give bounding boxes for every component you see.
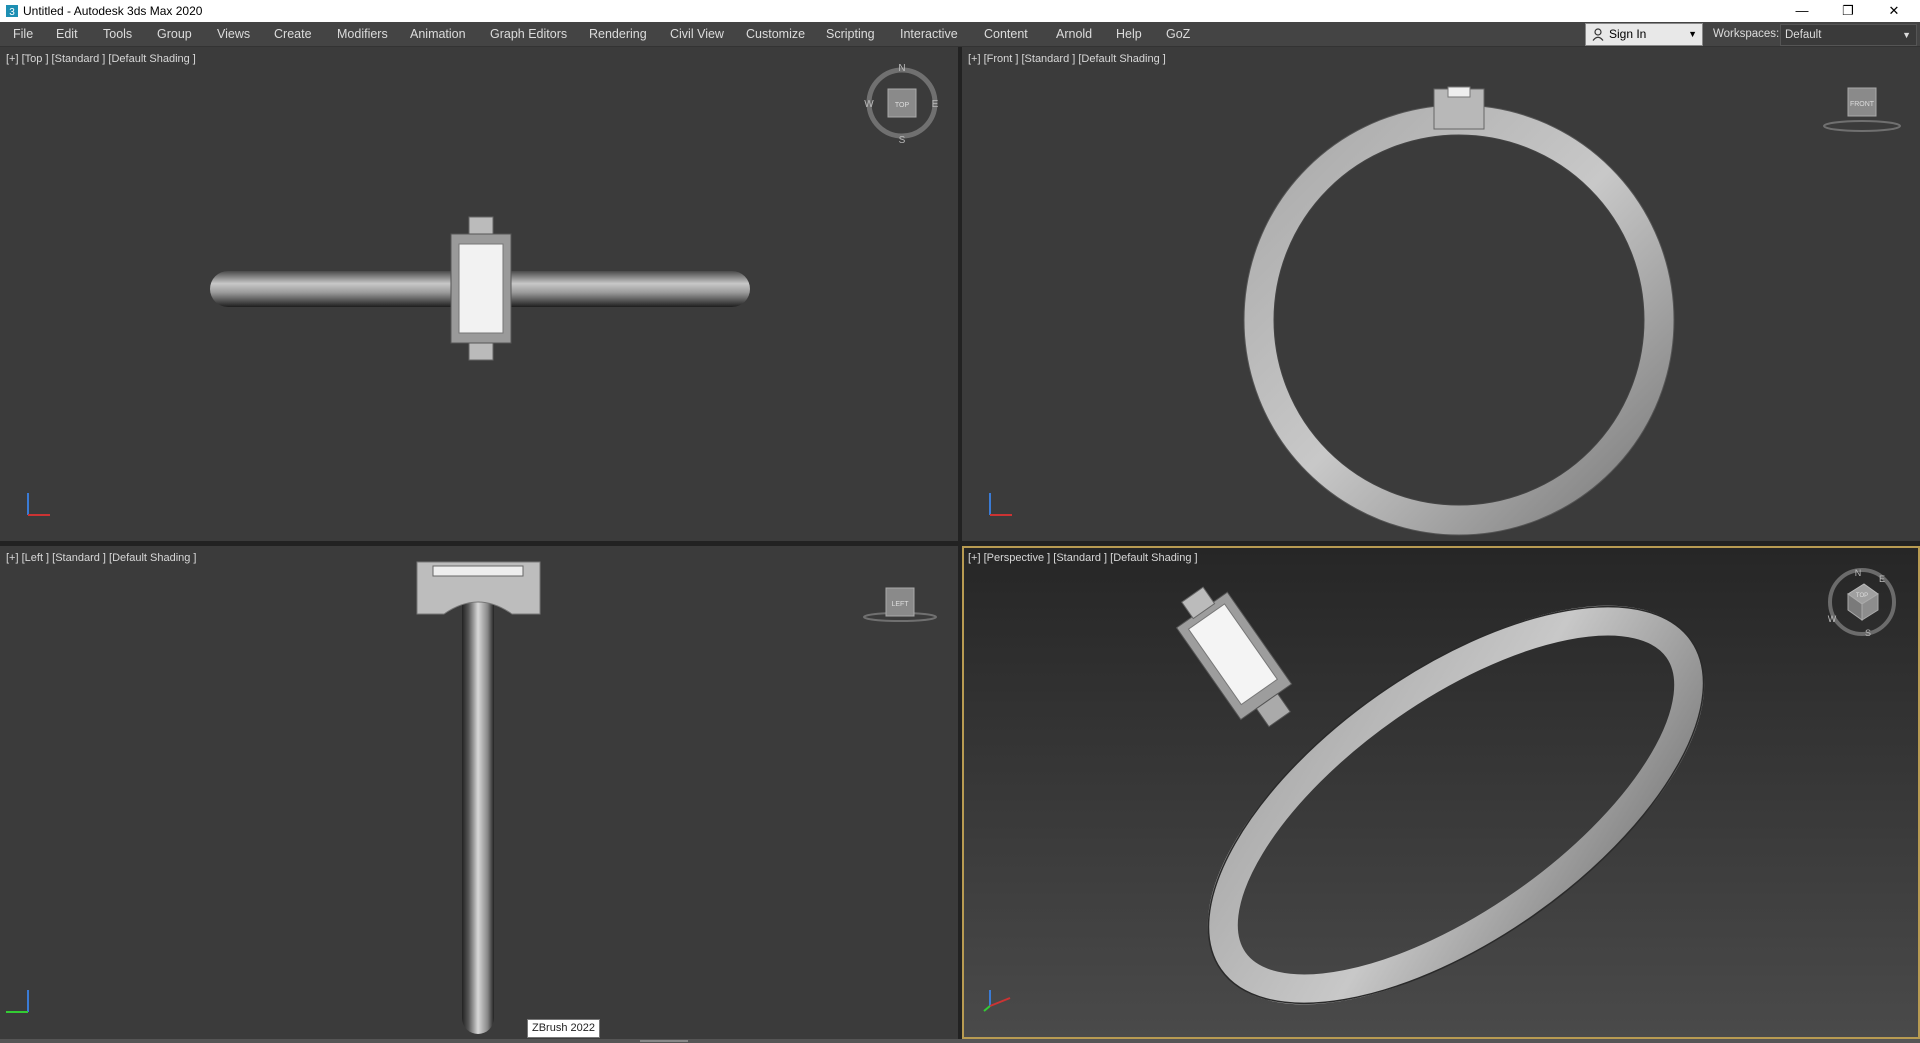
scroll-grip[interactable]	[640, 1040, 688, 1042]
viewcube-perspective: TOP N E S W	[1828, 568, 1896, 638]
axis-tripod-front	[989, 493, 1012, 516]
viewport-front[interactable]: FRONT [+] [Front ] [Standard ] [Default …	[962, 47, 1920, 541]
viewcube-face-label: LEFT	[891, 601, 909, 608]
viewcube-face-label: TOP	[1856, 593, 1868, 599]
menu-create[interactable]: Create	[274, 22, 312, 46]
compass-w: W	[1828, 614, 1837, 624]
viewport-splitter-horizontal[interactable]	[0, 541, 1920, 546]
perspective-view-scene: TOP N E S W	[983, 568, 1896, 1012]
menu-edit[interactable]: Edit	[56, 22, 78, 46]
menu-scripting[interactable]: Scripting	[826, 22, 875, 46]
user-icon	[1592, 28, 1604, 41]
viewcube-face-label: FRONT	[1850, 101, 1875, 108]
menu-interactive[interactable]: Interactive	[900, 22, 958, 46]
sign-in-label: Sign In	[1609, 27, 1647, 41]
workspaces-select[interactable]: Default ▼	[1780, 24, 1917, 46]
menu-customize[interactable]: Customize	[746, 22, 805, 46]
compass-n: N	[898, 63, 905, 74]
chevron-down-icon: ▼	[1902, 30, 1911, 40]
viewport-label-front[interactable]: [+] [Front ] [Standard ] [Default Shadin…	[968, 53, 1166, 65]
viewport-label-perspective[interactable]: [+] [Perspective ] [Standard ] [Default …	[968, 552, 1198, 564]
viewport-label-left[interactable]: [+] [Left ] [Standard ] [Default Shading…	[6, 552, 196, 564]
title-bar: 3 Untitled - Autodesk 3ds Max 2020 — ❐ ✕	[0, 0, 1920, 22]
axis-tripod-perspective	[983, 990, 1011, 1012]
compass-e: E	[1879, 574, 1885, 584]
restore-button[interactable]: ❐	[1826, 0, 1870, 22]
left-view-scene: LEFT	[6, 561, 937, 1034]
menu-arnold[interactable]: Arnold	[1056, 22, 1092, 46]
menu-modifiers[interactable]: Modifiers	[337, 22, 388, 46]
close-button[interactable]: ✕	[1872, 0, 1916, 22]
compass-s: S	[899, 135, 906, 146]
viewcube-face-label: TOP	[895, 102, 910, 109]
menu-content[interactable]: Content	[984, 22, 1028, 46]
menu-animation[interactable]: Animation	[410, 22, 466, 46]
3dsmax-app-icon: 3	[6, 5, 18, 18]
gem-table	[458, 243, 504, 334]
menu-views[interactable]: Views	[217, 22, 250, 46]
menu-tools[interactable]: Tools	[103, 22, 132, 46]
viewport-top[interactable]: TOP N E S W [+] [Top ] [Standard ] [Defa…	[0, 47, 958, 541]
workspaces-value: Default	[1785, 29, 1822, 41]
svg-text:3: 3	[9, 7, 15, 18]
viewcube-left: LEFT	[863, 587, 937, 622]
chevron-down-icon: ▼	[1688, 29, 1697, 39]
menu-civil-view[interactable]: Civil View	[670, 22, 724, 46]
axis-tripod-top	[27, 493, 50, 516]
menu-help[interactable]: Help	[1116, 22, 1142, 46]
menu-rendering[interactable]: Rendering	[589, 22, 647, 46]
bottom-edge	[0, 1039, 1920, 1043]
viewport-left[interactable]: LEFT [+] [Left ] [Standard ] [Default Sh…	[0, 546, 958, 1039]
front-view-scene: FRONT	[989, 86, 1901, 536]
taskbar-tooltip: ZBrush 2022	[527, 1019, 600, 1038]
compass-s: S	[1865, 628, 1871, 638]
compass-w: W	[864, 99, 874, 110]
setting-perspective	[1175, 586, 1293, 728]
viewport-perspective[interactable]: TOP N E S W [+] [Perspective ] [Standard…	[962, 546, 1920, 1039]
compass-e: E	[932, 99, 939, 110]
ring-band-front	[1244, 105, 1674, 535]
menu-group[interactable]: Group	[157, 22, 192, 46]
viewcube-front: FRONT	[1823, 87, 1901, 132]
menu-goz[interactable]: GoZ	[1166, 22, 1190, 46]
top-view-scene: TOP N E S W	[27, 63, 939, 516]
workspaces-label: Workspaces:	[1713, 28, 1780, 40]
menu-file[interactable]: File	[13, 22, 33, 46]
viewcube-top: TOP N E S W	[864, 63, 938, 146]
compass-n: N	[1855, 568, 1862, 578]
minimize-button[interactable]: —	[1780, 0, 1824, 22]
ring-band-perspective	[1207, 605, 1705, 1005]
axis-tripod-left	[6, 990, 29, 1013]
window-title: Untitled - Autodesk 3ds Max 2020	[23, 4, 203, 18]
sign-in-dropdown[interactable]: Sign In ▼	[1585, 23, 1703, 46]
ring-shank-side	[462, 586, 494, 1034]
menu-graph-editors[interactable]: Graph Editors	[490, 22, 567, 46]
viewport-label-top[interactable]: [+] [Top ] [Standard ] [Default Shading …	[6, 53, 196, 65]
